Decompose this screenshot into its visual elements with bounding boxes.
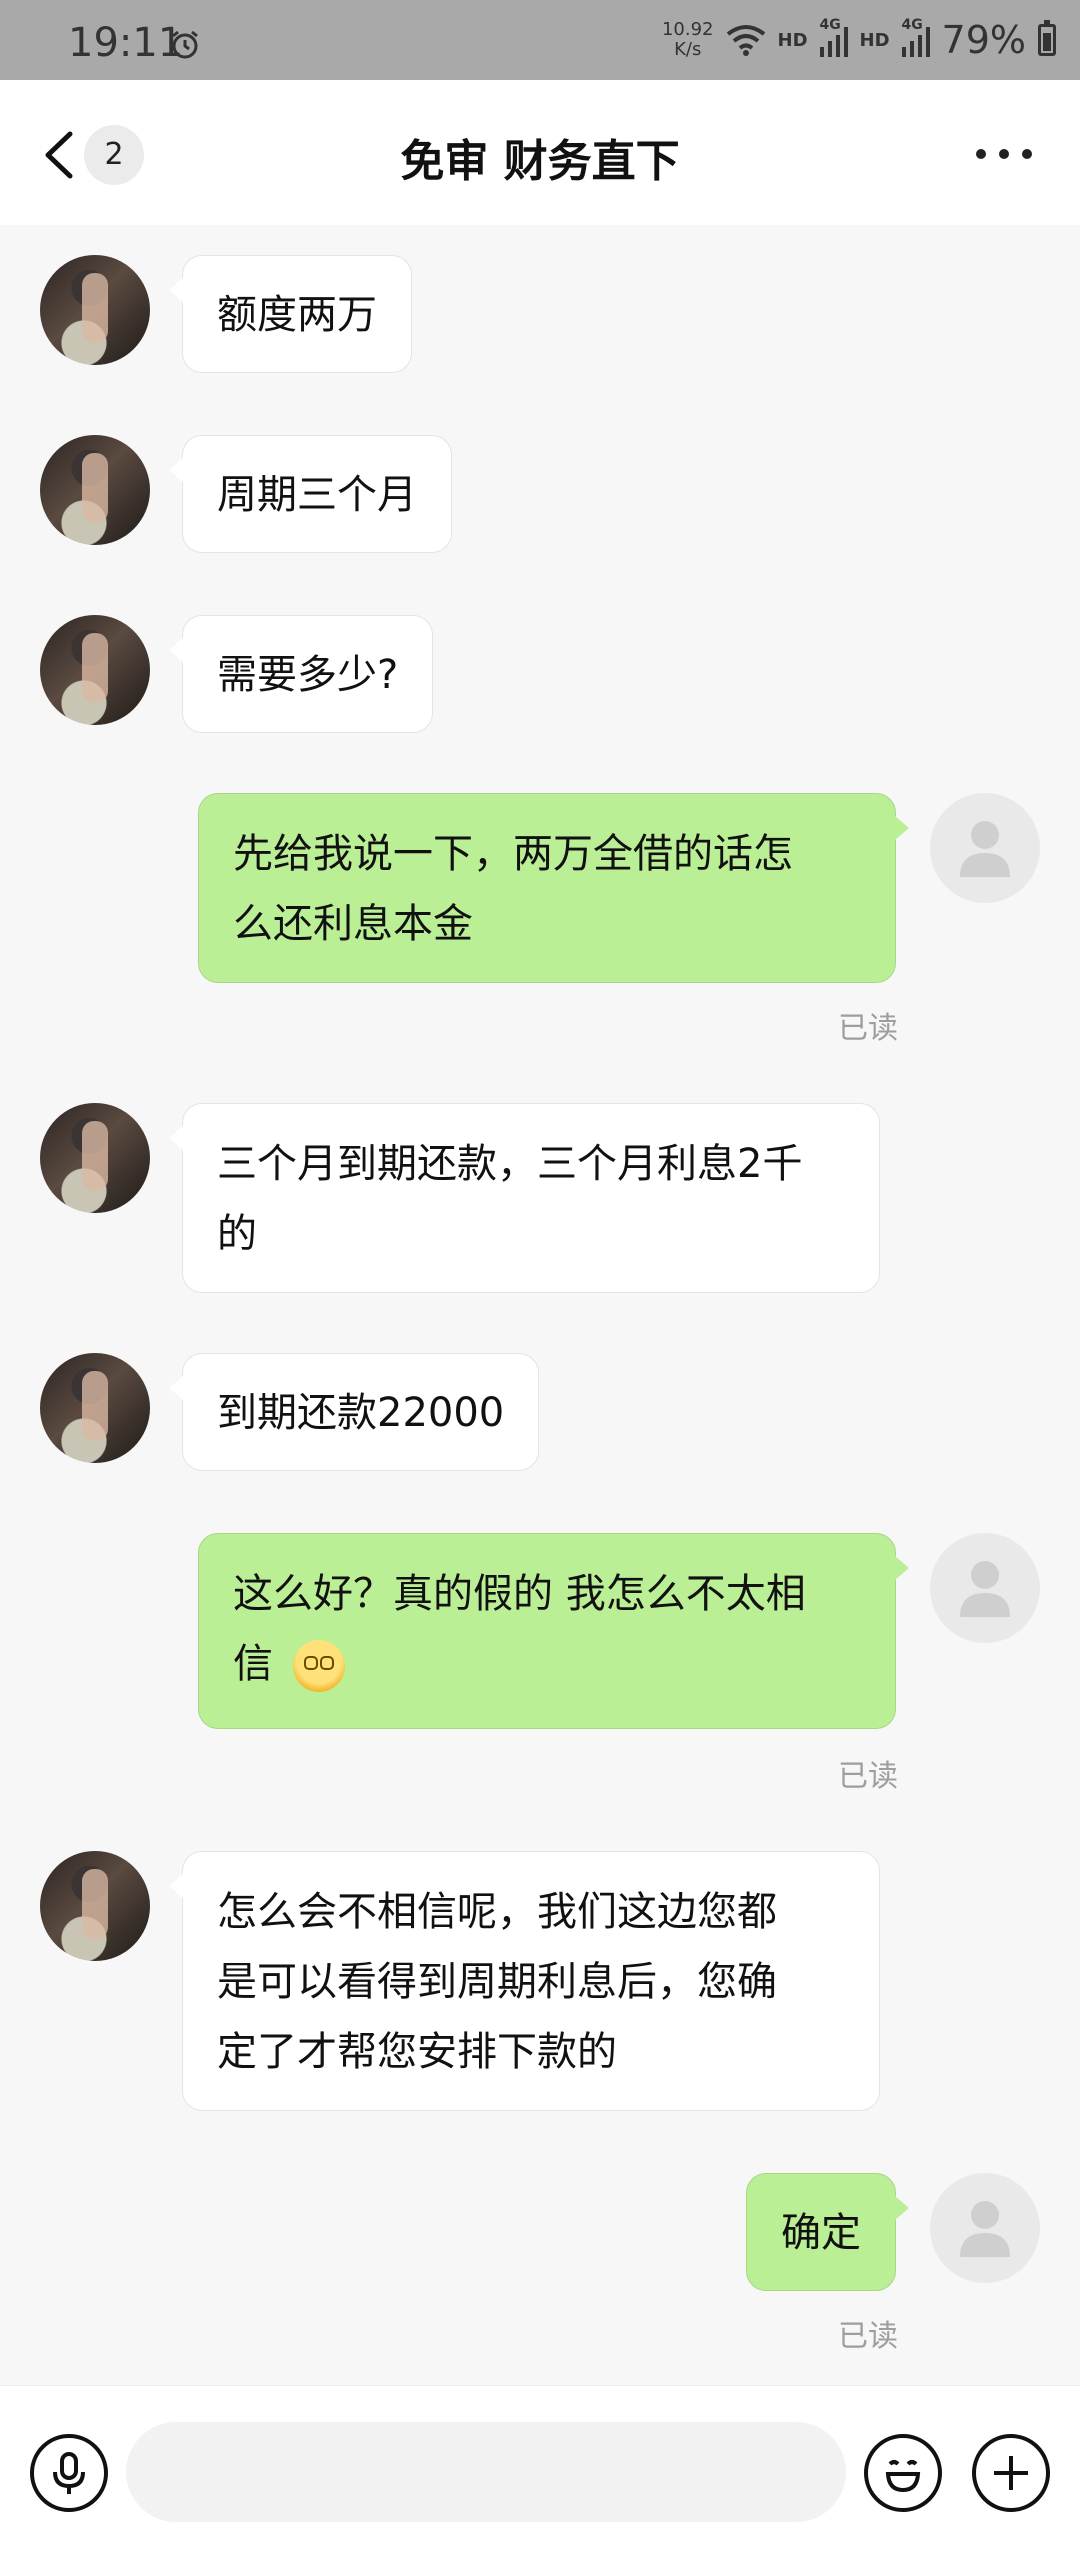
- message-text: 周期三个月: [217, 472, 417, 518]
- microphone-icon[interactable]: [30, 2434, 108, 2512]
- message-bubble-received[interactable]: 周期三个月: [169, 435, 452, 553]
- more-dots-icon[interactable]: [976, 144, 1032, 164]
- net-speed-unit: K/s: [674, 39, 702, 60]
- signal-icon: 4G: [901, 17, 930, 57]
- message-text-line: 三个月到期还款，三个月利息2千: [217, 1141, 803, 1187]
- message-text-line: 的: [217, 1211, 257, 1257]
- message-text: 到期还款22000: [217, 1390, 505, 1436]
- message-text: 信: [233, 1641, 273, 1687]
- net-type-label: 4G: [819, 17, 841, 33]
- my-avatar[interactable]: [930, 2173, 1040, 2283]
- dizzy-face-emoji: [293, 1640, 345, 1692]
- user-placeholder-icon: [960, 821, 1010, 877]
- contact-avatar[interactable]: [40, 1103, 150, 1213]
- message-input[interactable]: [126, 2422, 846, 2522]
- signal-icon: 4G: [819, 17, 848, 57]
- status-bar: 19:11 10.92 K/s HD 4G HD 4G 79%: [0, 0, 1080, 80]
- message-bubble-received[interactable]: 三个月到期还款，三个月利息2千 的: [169, 1103, 880, 1293]
- message-text: 确定: [781, 2210, 861, 2256]
- message-bubble-sent[interactable]: 先给我说一下，两万全借的话怎 么还利息本金: [198, 793, 909, 983]
- battery-icon: [1038, 20, 1056, 56]
- contact-avatar[interactable]: [40, 435, 150, 545]
- contact-avatar[interactable]: [40, 1353, 150, 1463]
- user-placeholder-icon: [960, 2201, 1010, 2257]
- battery-percent: 79%: [941, 18, 1026, 62]
- contact-avatar[interactable]: [40, 615, 150, 725]
- message-text-line: 先给我说一下，两万全借的话怎: [233, 831, 793, 877]
- message-text-line: 是可以看得到周期利息后，您确: [217, 1959, 777, 2005]
- message-bubble-received[interactable]: 怎么会不相信呢，我们这边您都 是可以看得到周期利息后，您确 定了才帮您安排下款的: [169, 1851, 880, 2111]
- message-text: 额度两万: [217, 292, 377, 338]
- net-type-label: 4G: [901, 17, 923, 33]
- wifi-icon: [726, 25, 765, 56]
- read-status: 已读: [838, 2319, 898, 2354]
- read-status: 已读: [838, 1759, 898, 1794]
- message-bubble-sent[interactable]: 确定: [746, 2173, 909, 2291]
- message-text-line: 怎么会不相信呢，我们这边您都: [217, 1889, 777, 1935]
- hd-label: HD: [777, 29, 808, 51]
- message-text-line: 信: [233, 1629, 861, 1699]
- my-avatar[interactable]: [930, 1533, 1040, 1643]
- message-text-line: 么还利息本金: [233, 901, 473, 947]
- status-time: 19:11: [68, 20, 184, 66]
- chat-header: 2 免审 财务直下: [0, 80, 1080, 225]
- message-bubble-received[interactable]: 到期还款22000: [168, 1353, 540, 1471]
- message-text-line: 定了才帮您安排下款的: [217, 2029, 617, 2075]
- chat-title: 免审 财务直下: [400, 136, 680, 187]
- input-bar: [0, 2385, 1080, 2555]
- message-bubble-received[interactable]: 额度两万: [169, 255, 412, 373]
- message-text-line: 这么好？真的假的 我怎么不太相: [233, 1571, 806, 1617]
- message-bubble-sent[interactable]: 这么好？真的假的 我怎么不太相 信: [198, 1533, 909, 1729]
- status-icons: 10.92 K/s HD 4G HD 4G 79%: [662, 17, 1056, 62]
- net-speed-value: 10.92: [661, 19, 714, 40]
- my-avatar[interactable]: [930, 793, 1040, 903]
- contact-avatar[interactable]: [40, 1851, 150, 1961]
- message-text: 需要多少?: [217, 652, 399, 698]
- message-bubble-received[interactable]: 需要多少?: [168, 615, 434, 733]
- net-speed: 10.92 K/s: [662, 20, 714, 60]
- read-status: 已读: [838, 1011, 898, 1046]
- alarm-icon: [172, 30, 198, 59]
- plus-icon[interactable]: [972, 2434, 1050, 2512]
- contact-avatar[interactable]: [40, 255, 150, 365]
- user-placeholder-icon: [960, 1561, 1010, 1617]
- emoji-icon[interactable]: [864, 2434, 942, 2512]
- hd-label: HD: [859, 29, 890, 51]
